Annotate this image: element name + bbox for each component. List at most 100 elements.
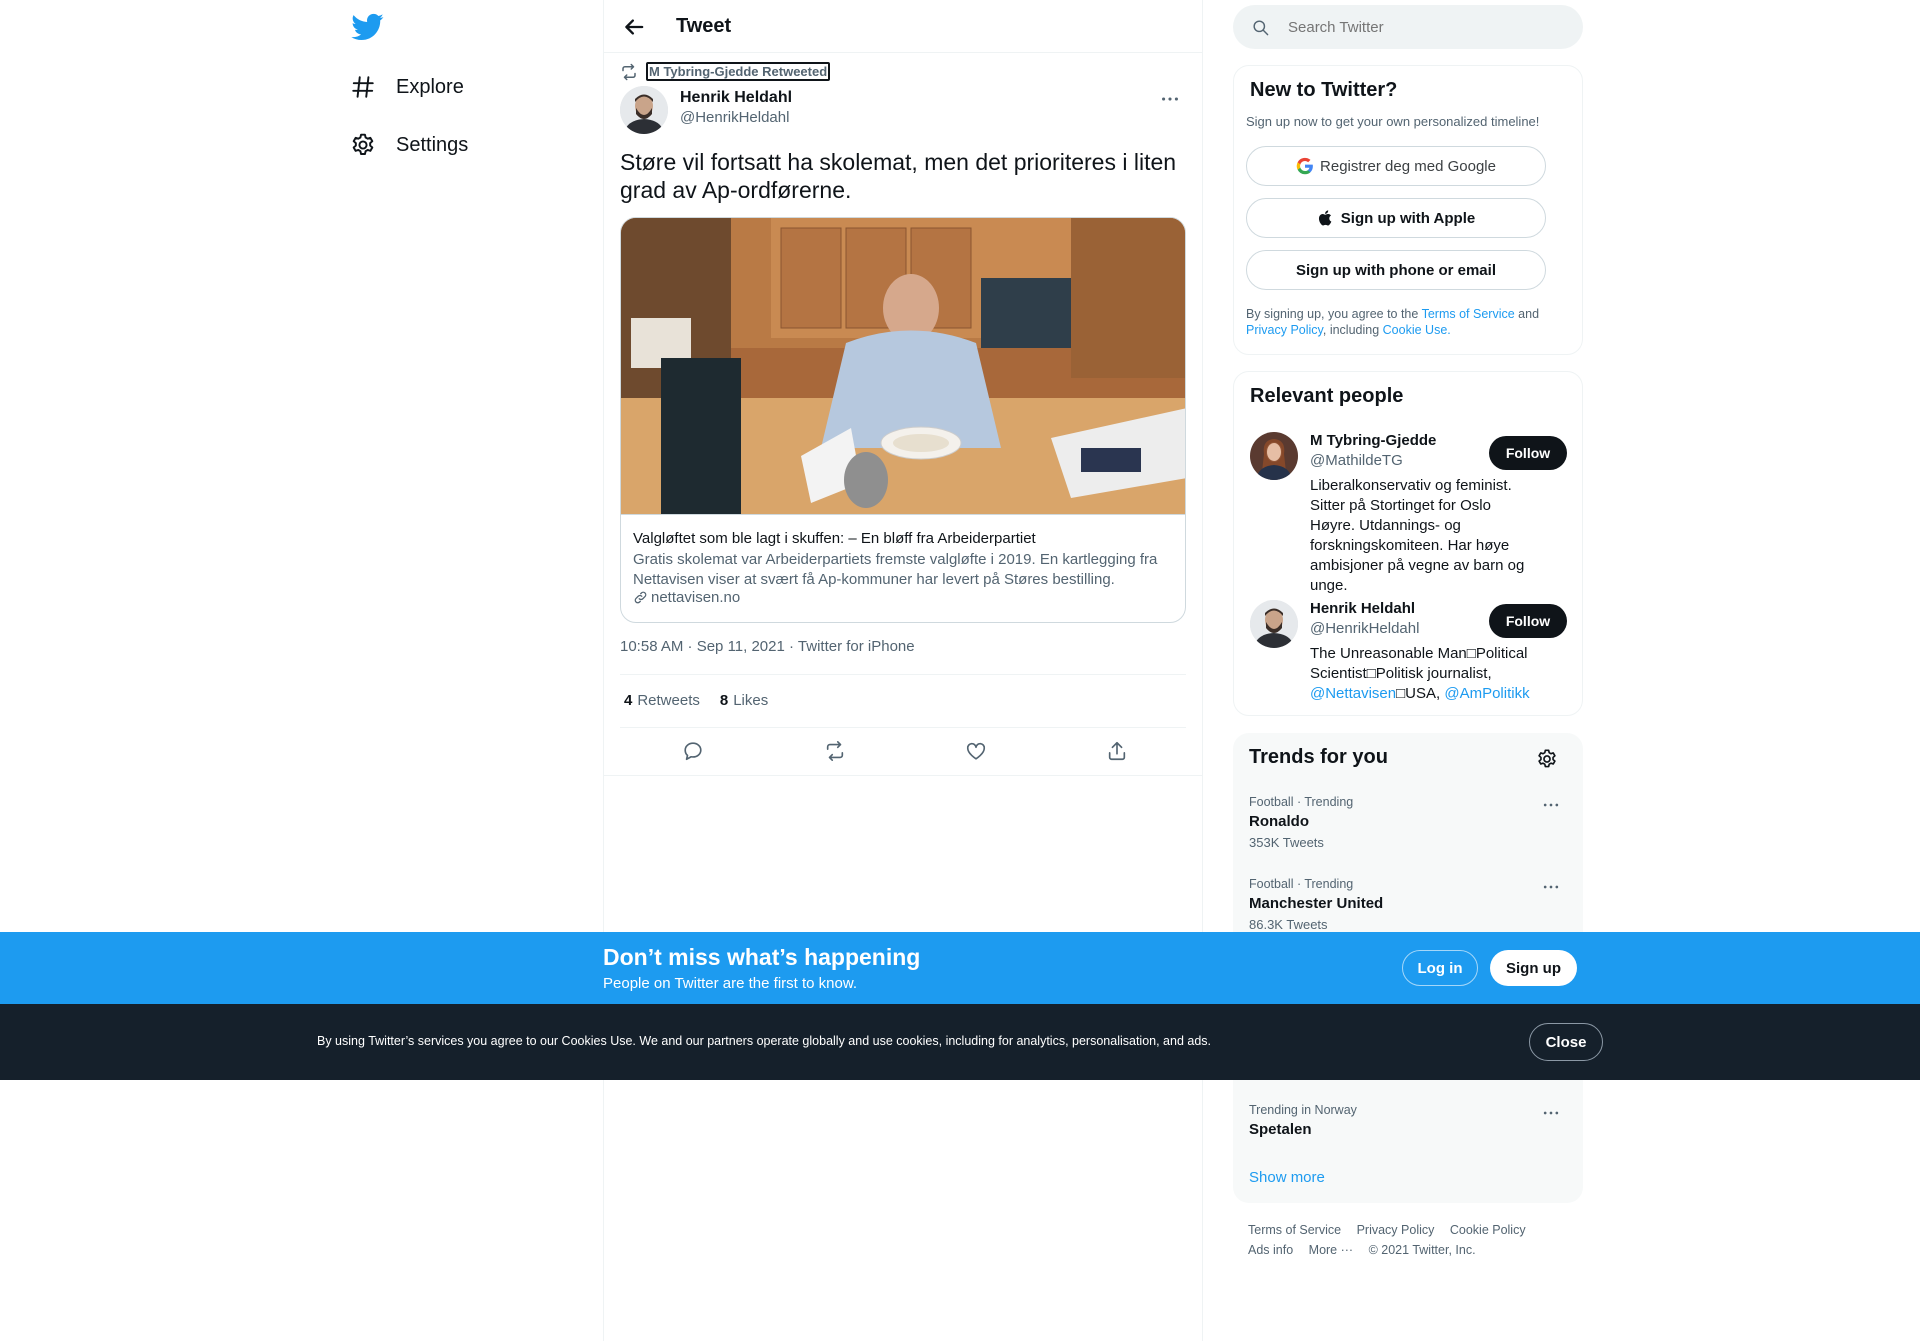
main-column: Tweet M Tybring-Gjedde Retweeted Henrik …: [603, 0, 1203, 1341]
footer-more-button[interactable]: More ···: [1309, 1243, 1353, 1257]
terms-link[interactable]: Terms of Service: [1422, 307, 1515, 321]
show-more-link[interactable]: Show more: [1249, 1169, 1325, 1186]
more-options-icon[interactable]: [1541, 1103, 1561, 1123]
footer-link[interactable]: Ads info: [1248, 1243, 1293, 1257]
divider: [620, 727, 1186, 728]
share-icon[interactable]: [1106, 740, 1128, 762]
mention-link[interactable]: @Nettavisen: [1310, 685, 1396, 702]
person-name[interactable]: Henrik Heldahl: [1310, 600, 1415, 617]
author-name[interactable]: Henrik Heldahl: [680, 89, 792, 107]
footer-link[interactable]: Cookie Policy: [1450, 1223, 1526, 1237]
person-name[interactable]: M Tybring-Gjedde: [1310, 432, 1436, 449]
gear-icon: [350, 132, 396, 158]
likes-stat[interactable]: 8 Likes: [720, 692, 768, 709]
retweets-stat[interactable]: 4 Retweets: [624, 692, 700, 709]
card-body: Valgløftet som ble lagt i skuffen: – En …: [621, 514, 1185, 622]
card-domain-text: nettavisen.no: [651, 589, 741, 606]
google-icon: [1296, 157, 1320, 175]
card-description: Gratis skolemat var Arbeiderpartiets fre…: [633, 551, 1158, 588]
retweets-count: 4: [624, 692, 633, 709]
footer-link[interactable]: Terms of Service: [1248, 1223, 1341, 1237]
login-button[interactable]: Log in: [1402, 950, 1478, 986]
tweet-timestamp[interactable]: 10:58 AM · Sep 11, 2021 · Twitter for iP…: [620, 638, 915, 655]
trend-item[interactable]: Spetalen: [1249, 1121, 1312, 1138]
more-options-icon[interactable]: [1541, 877, 1561, 897]
follow-button[interactable]: Follow: [1489, 604, 1567, 638]
retweet-context: M Tybring-Gjedde Retweeted: [620, 62, 831, 81]
search-icon: [1251, 18, 1288, 37]
search-box[interactable]: [1233, 5, 1583, 49]
retweets-label: Retweets: [637, 692, 700, 709]
panel-heading: Trends for you: [1249, 746, 1388, 768]
avatar[interactable]: [1250, 432, 1298, 480]
avatar[interactable]: [620, 86, 668, 134]
twitter-logo-icon[interactable]: [350, 10, 384, 44]
person-bio: The Unreasonable Man□Political Scientist…: [1310, 644, 1535, 704]
google-signup-button[interactable]: Registrer deg med Google: [1246, 146, 1546, 186]
person-handle[interactable]: @HenrikHeldahl: [1310, 620, 1419, 637]
cookie-text: By using Twitter’s services you agree to…: [317, 1034, 1212, 1048]
link-icon: [633, 590, 651, 605]
apple-signup-button[interactable]: Sign up with Apple: [1246, 198, 1546, 238]
apple-icon: [1317, 209, 1341, 227]
search-input[interactable]: [1288, 18, 1558, 36]
more-options-icon[interactable]: [1159, 88, 1181, 110]
card-image: [621, 218, 1185, 514]
new-to-twitter-panel: New to Twitter? Sign up now to get your …: [1233, 65, 1583, 355]
phone-signup-label: Sign up with phone or email: [1295, 261, 1496, 279]
trend-count: 86.3K Tweets: [1249, 917, 1328, 932]
signup-button[interactable]: Sign up: [1490, 950, 1577, 986]
card-domain: nettavisen.no: [633, 589, 740, 606]
cookie-use-link[interactable]: Cookie Use.: [1383, 323, 1451, 337]
divider: [604, 775, 1202, 776]
retweeter-link[interactable]: M Tybring-Gjedde Retweeted: [646, 62, 831, 81]
close-button[interactable]: Close: [1529, 1023, 1603, 1061]
nav-settings[interactable]: Settings: [350, 125, 468, 165]
likes-count: 8: [719, 692, 729, 709]
back-arrow-icon[interactable]: [620, 13, 648, 41]
signup-legal-text: By signing up, you agree to the Terms of…: [1246, 306, 1566, 338]
link-card[interactable]: Valgløftet som ble lagt i skuffen: – En …: [620, 217, 1186, 623]
tweet-text: Støre vil fortsatt ha skolemat, men det …: [620, 149, 1177, 203]
trend-count: 353K Tweets: [1249, 835, 1324, 850]
reply-icon[interactable]: [682, 740, 704, 762]
trend-meta: Football · Trending: [1249, 877, 1354, 891]
nav-settings-label: Settings: [396, 133, 469, 156]
avatar[interactable]: [1250, 600, 1298, 648]
trend-meta: Trending in Norway: [1249, 1103, 1357, 1117]
person-bio-text: The Unreasonable Man□Political Scientist…: [1310, 645, 1528, 682]
retweet-icon[interactable]: [824, 740, 846, 762]
nav-explore[interactable]: Explore: [350, 67, 464, 107]
legal-including: , including: [1322, 323, 1380, 337]
legal-prefix: By signing up, you agree to the: [1246, 307, 1419, 321]
likes-label: Likes: [733, 692, 769, 709]
panel-heading: New to Twitter?: [1250, 79, 1398, 101]
person-handle[interactable]: @MathildeTG: [1310, 452, 1403, 469]
divider: [620, 674, 1186, 675]
like-icon[interactable]: [965, 740, 987, 762]
person-bio-text: □USA,: [1396, 685, 1441, 702]
trend-item[interactable]: Manchester United: [1249, 895, 1383, 912]
footer-link[interactable]: Privacy Policy: [1357, 1223, 1435, 1237]
tweet-actions: [620, 740, 1186, 764]
person-bio: Liberalkonservativ og feminist. Sitter p…: [1310, 477, 1525, 594]
gear-icon[interactable]: [1536, 748, 1558, 770]
tweet-header: Tweet: [604, 0, 1202, 53]
follow-button[interactable]: Follow: [1489, 436, 1567, 470]
mention-link[interactable]: @AmPolitikk: [1444, 685, 1529, 702]
privacy-link[interactable]: Privacy Policy: [1246, 323, 1323, 337]
banner-subtitle: People on Twitter are the first to know.: [603, 975, 858, 992]
nav-explore-label: Explore: [396, 75, 464, 98]
signup-banner: Don’t miss what’s happening People on Tw…: [0, 932, 1920, 1004]
phone-email-signup-button[interactable]: Sign up with phone or email: [1246, 250, 1546, 290]
legal-and: and: [1518, 307, 1540, 321]
retweet-icon: [620, 63, 646, 81]
card-title: Valgløftet som ble lagt i skuffen: – En …: [633, 530, 1036, 547]
copyright: © 2021 Twitter, Inc.: [1368, 1243, 1476, 1257]
tweet-stats: 4 Retweets 8 Likes: [624, 692, 788, 709]
relevant-people-panel: Relevant people M Tybring-Gjedde @Mathil…: [1233, 371, 1583, 716]
author-handle[interactable]: @HenrikHeldahl: [680, 109, 789, 126]
trend-item[interactable]: Ronaldo: [1249, 813, 1309, 830]
panel-heading: Relevant people: [1250, 385, 1404, 407]
more-options-icon[interactable]: [1541, 795, 1561, 815]
